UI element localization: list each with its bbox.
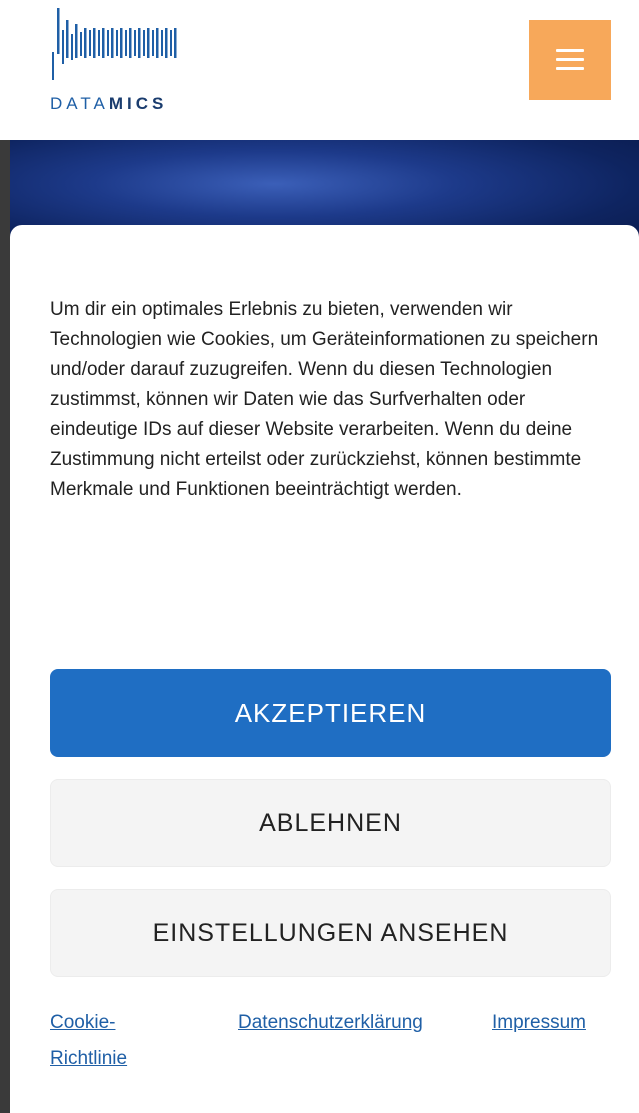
logo-text-light: DATA (50, 94, 109, 113)
datamics-waveform-logo-icon (52, 8, 177, 80)
overlay-backdrop (0, 140, 10, 1113)
view-settings-button[interactable]: EINSTELLUNGEN ANSEHEN (50, 889, 611, 977)
imprint-link[interactable]: Impressum (492, 1005, 586, 1041)
cookie-consent-panel: Um dir ein optimales Erlebnis zu bieten,… (10, 225, 639, 1113)
consent-message: Um dir ein optimales Erlebnis zu bieten,… (50, 299, 599, 500)
menu-button[interactable] (529, 20, 611, 100)
accept-button[interactable]: AKZEPTIEREN (50, 669, 611, 757)
datamics-logo[interactable]: DATAMICS (50, 8, 190, 118)
logo-wordmark: DATAMICS (50, 94, 167, 114)
logo-text-bold: MICS (108, 94, 168, 113)
deny-button[interactable]: ABLEHNEN (50, 779, 611, 867)
privacy-policy-link[interactable]: Datenschutzerklärung (238, 1005, 423, 1041)
cookie-policy-link[interactable]: Cookie-Richtlinie (50, 1005, 150, 1077)
site-header: DATAMICS (0, 0, 639, 140)
